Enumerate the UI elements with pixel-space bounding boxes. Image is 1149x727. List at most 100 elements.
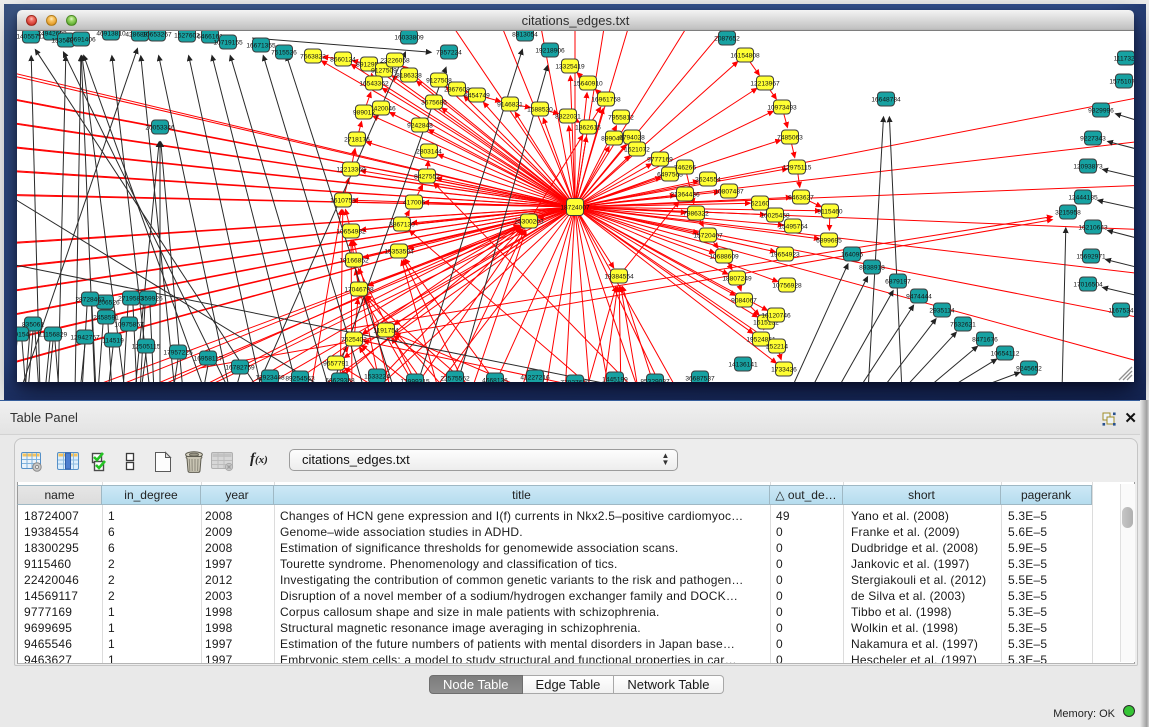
svg-text:9127509: 9127509 [371,68,397,75]
svg-text:4668136: 4668136 [482,378,508,383]
svg-text:16120746: 16120746 [761,313,791,320]
svg-text:20691406: 20691406 [66,37,96,44]
svg-text:1733426: 1733426 [771,367,797,374]
svg-text:2458591: 2458591 [93,315,119,322]
svg-text:7663822: 7663822 [300,54,326,61]
svg-text:1445199: 1445199 [602,377,628,383]
svg-text:10973493: 10973493 [767,105,797,112]
svg-text:9227343: 9227343 [1080,136,1106,143]
svg-text:1362615: 1362615 [575,125,601,132]
svg-text:12444185: 12444185 [1068,195,1098,202]
svg-text:15353594: 15353594 [384,249,414,256]
svg-text:22575562: 22575562 [440,376,470,383]
svg-text:746266: 746266 [674,165,696,172]
svg-text:16958117: 16958117 [194,356,223,363]
svg-text:164095: 164095 [841,252,863,259]
svg-text:9329996: 9329996 [1088,108,1114,115]
svg-text:10719155: 10719155 [213,40,243,47]
svg-text:417006: 417006 [403,200,425,207]
svg-text:16543362: 16543362 [359,81,389,88]
svg-text:19218906: 19218906 [535,48,565,55]
svg-text:19654923: 19654923 [770,252,800,259]
svg-text:1621072: 1621072 [624,147,650,154]
svg-text:3215958: 3215958 [1055,210,1081,217]
svg-text:19384554: 19384554 [604,274,634,281]
svg-text:36687537: 36687537 [685,376,715,383]
svg-text:17016504: 17016504 [1073,282,1103,289]
svg-text:41227216: 41227216 [520,375,550,382]
svg-text:46913810: 46913810 [96,31,126,38]
svg-text:114519: 114519 [102,338,124,345]
svg-text:10025458: 10025458 [760,213,790,220]
svg-text:16033809: 16033809 [394,35,424,42]
svg-text:16961758: 16961758 [591,97,621,104]
svg-text:1167534: 1167534 [1108,308,1134,315]
svg-text:989012: 989012 [353,110,375,117]
svg-text:2719583: 2719583 [118,296,144,303]
svg-text:7357224: 7357224 [436,50,462,57]
svg-text:14136141: 14136141 [728,362,758,369]
svg-text:2803144: 2803144 [416,149,442,156]
svg-text:66629388: 66629388 [325,378,355,383]
svg-text:18807249: 18807249 [722,276,752,283]
svg-text:9777169: 9777169 [647,157,673,164]
svg-text:39154: 39154 [17,332,29,339]
svg-text:13325419: 13325419 [555,64,585,71]
svg-text:21364436: 21364436 [670,192,700,199]
svg-text:9463627: 9463627 [788,195,814,202]
svg-text:89254563: 89254563 [285,376,315,383]
svg-text:13999315: 13999315 [400,379,430,383]
svg-text:16210643: 16210643 [1078,225,1108,232]
svg-text:25300203: 25300203 [514,219,544,226]
svg-text:7625402: 7625402 [341,337,367,344]
svg-text:15692971: 15692971 [1076,254,1106,261]
svg-text:8660124: 8660124 [330,57,356,64]
svg-text:15751074: 15751074 [1109,79,1134,86]
svg-text:1533224: 1533224 [364,374,390,381]
svg-text:12213369: 12213369 [336,167,366,174]
svg-text:8813054: 8813054 [512,32,538,39]
svg-text:10654112: 10654112 [991,351,1020,358]
svg-text:7485063: 7485063 [777,135,803,142]
svg-text:9084067: 9084067 [731,298,757,305]
svg-text:10975857: 10975857 [114,322,144,329]
svg-text:20053346: 20053346 [145,125,175,132]
svg-text:77827638: 77827638 [560,380,590,383]
svg-text:9127508: 9127508 [426,78,452,85]
svg-text:16782759: 16782759 [225,365,255,372]
svg-text:7632621: 7632621 [950,322,976,329]
svg-text:10688609: 10688609 [709,254,739,261]
svg-text:18724007: 18724007 [560,205,590,212]
svg-text:10756928: 10756928 [772,283,802,290]
svg-text:12093873: 12093873 [1073,164,1103,171]
svg-text:9474444: 9474444 [906,294,932,301]
svg-text:7986322: 7986322 [683,211,709,218]
svg-text:16648784: 16648784 [871,97,901,104]
svg-text:8322031: 8322031 [555,114,581,121]
svg-text:9115460: 9115460 [817,209,843,216]
svg-text:9242848: 9242848 [407,123,433,130]
svg-text:2718176: 2718176 [344,137,370,144]
svg-text:10654982: 10654982 [336,229,366,236]
svg-text:15495754: 15495754 [778,224,808,231]
svg-text:3624554: 3624554 [695,177,721,184]
svg-text:12942757: 12942757 [70,335,100,342]
svg-text:12975115: 12975115 [783,165,812,172]
svg-text:7955812: 7955812 [608,115,634,122]
svg-text:17957225: 17957225 [163,350,193,357]
svg-text:28728463: 28728463 [75,297,105,304]
svg-text:62160: 62160 [751,201,770,208]
svg-text:17046798: 17046798 [344,287,374,294]
svg-text:8427552: 8427552 [414,174,440,181]
svg-text:2935114: 2935114 [929,308,955,315]
svg-text:6794028: 6794028 [619,135,645,142]
svg-text:12505115: 12505115 [132,344,161,351]
svg-text:12923448: 12923448 [255,375,285,382]
svg-text:8471676: 8471676 [972,337,998,344]
svg-text:1588520: 1588520 [527,107,553,114]
svg-text:15640910: 15640910 [573,81,603,88]
svg-text:252214: 252214 [766,344,788,351]
svg-text:19166852: 19166852 [339,258,369,265]
svg-text:2087652: 2087652 [714,36,740,43]
svg-text:3675685: 3675685 [421,100,447,107]
